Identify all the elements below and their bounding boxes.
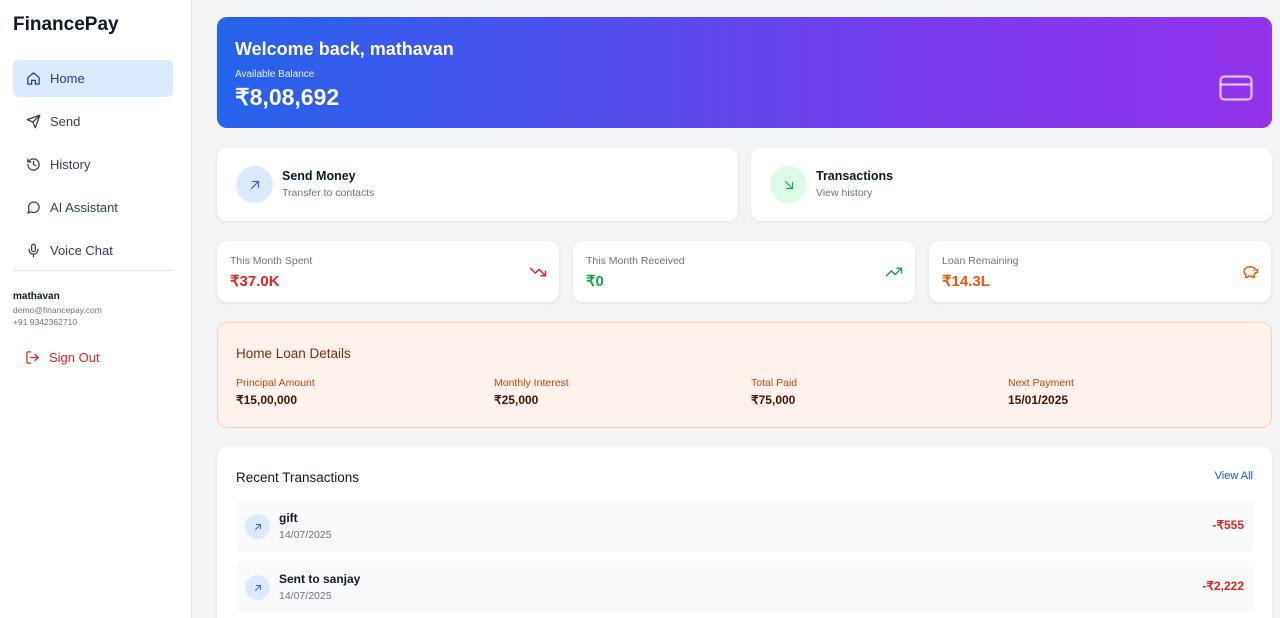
stat-label: Loan Remaining — [942, 255, 1019, 267]
transaction-row[interactable]: gift 14/07/2025 -₹555 — [236, 500, 1253, 552]
loan-title: Home Loan Details — [236, 346, 351, 361]
sidebar-item-label: AI Assistant — [50, 200, 118, 215]
loan-field-value: ₹15,00,000 — [236, 393, 298, 407]
stat-value: ₹14.3L — [942, 273, 990, 290]
user-phone: +91 9342362710 — [13, 317, 78, 327]
sidebar-nav: Home Send History AI Assistant Voice Cha… — [13, 60, 173, 275]
balance-label: Available Balance — [235, 69, 315, 80]
sidebar-item-send[interactable]: Send — [13, 103, 173, 140]
sidebar-divider — [13, 270, 173, 271]
sidebar-item-voice-chat[interactable]: Voice Chat — [13, 232, 173, 269]
user-name: mathavan — [13, 291, 60, 302]
action-subtitle: Transfer to contacts — [282, 187, 375, 199]
stat-value: ₹0 — [586, 273, 604, 290]
sign-out-label: Sign Out — [49, 350, 100, 365]
history-icon — [25, 157, 41, 173]
stat-label: This Month Spent — [230, 255, 313, 267]
loan-field-value: 15/01/2025 — [1008, 393, 1069, 407]
action-title: Send Money — [282, 169, 356, 183]
loan-field-value: ₹25,000 — [494, 393, 539, 407]
credit-card-icon — [1219, 75, 1253, 101]
arrow-down-right-icon — [770, 166, 807, 203]
action-subtitle: View history — [816, 187, 873, 199]
trending-down-icon — [529, 263, 547, 281]
sidebar-item-label: Send — [50, 114, 81, 129]
loan-field-label: Next Payment — [1008, 377, 1074, 389]
sidebar-item-ai-assistant[interactable]: AI Assistant — [13, 189, 173, 226]
trending-up-icon — [885, 263, 903, 281]
sidebar-item-home[interactable]: Home — [13, 60, 173, 97]
user-profile: mathavan demo@financepay.com +91 9342362… — [13, 291, 102, 328]
loan-principal: Principal Amount ₹15,00,000 — [236, 377, 315, 407]
welcome-banner: Welcome back, mathavan Available Balance… — [217, 17, 1272, 128]
transaction-date: 14/07/2025 — [279, 590, 332, 602]
loan-field-label: Monthly Interest — [494, 377, 569, 389]
welcome-title: Welcome back, mathavan — [235, 39, 454, 59]
transaction-name: gift — [279, 511, 298, 525]
action-title: Transactions — [816, 169, 894, 183]
sidebar-item-label: History — [50, 157, 91, 172]
arrow-up-right-icon — [245, 575, 270, 600]
arrow-up-right-icon — [245, 514, 270, 539]
transaction-amount: -₹2,222 — [1202, 579, 1244, 593]
loan-field-label: Total Paid — [751, 377, 798, 389]
home-icon — [25, 71, 41, 87]
transaction-row[interactable]: Sent to sanjay 14/07/2025 -₹2,222 — [236, 561, 1253, 613]
sign-out-icon — [26, 351, 39, 364]
sidebar-item-label: Home — [50, 71, 85, 86]
loan-next-payment: Next Payment 15/01/2025 — [1008, 377, 1074, 407]
balance-value: ₹8,08,692 — [235, 84, 340, 110]
stat-label: This Month Received — [586, 255, 685, 267]
transaction-amount: -₹555 — [1212, 518, 1244, 532]
transaction-name: Sent to sanjay — [279, 572, 361, 586]
transaction-date: 14/07/2025 — [279, 529, 332, 541]
piggy-bank-icon — [1241, 263, 1259, 281]
stat-card-loan: Loan Remaining ₹14.3L — [929, 241, 1271, 302]
sidebar-item-history[interactable]: History — [13, 146, 173, 183]
loan-field-label: Principal Amount — [236, 377, 315, 389]
sidebar: FinancePay Home Send History AI Assistan… — [0, 0, 192, 618]
sidebar-item-label: Voice Chat — [50, 243, 113, 258]
stat-card-received: This Month Received ₹0 — [573, 241, 915, 302]
loan-field-value: ₹75,000 — [751, 393, 796, 407]
view-all-link[interactable]: View All — [1215, 470, 1253, 482]
arrow-up-right-icon — [236, 166, 273, 203]
loan-total-paid: Total Paid ₹75,000 — [751, 377, 797, 407]
stat-value: ₹37.0K — [230, 273, 280, 290]
stat-card-spent: This Month Spent ₹37.0K — [217, 241, 559, 302]
recent-transactions-panel: Recent Transactions View All gift 14/07/… — [217, 447, 1272, 618]
sign-out-button[interactable]: Sign Out — [25, 350, 100, 365]
chat-icon — [25, 200, 41, 216]
send-money-card[interactable]: Send Money Transfer to contacts — [217, 148, 738, 221]
mic-icon — [25, 243, 41, 259]
recent-transactions-title: Recent Transactions — [236, 470, 360, 485]
home-loan-panel: Home Loan Details Principal Amount ₹15,0… — [217, 322, 1272, 428]
brand-logo: FinancePay — [13, 14, 119, 35]
user-email: demo@financepay.com — [13, 305, 102, 315]
send-icon — [25, 114, 41, 130]
transactions-card[interactable]: Transactions View history — [751, 148, 1272, 221]
loan-monthly-interest: Monthly Interest ₹25,000 — [494, 377, 569, 407]
